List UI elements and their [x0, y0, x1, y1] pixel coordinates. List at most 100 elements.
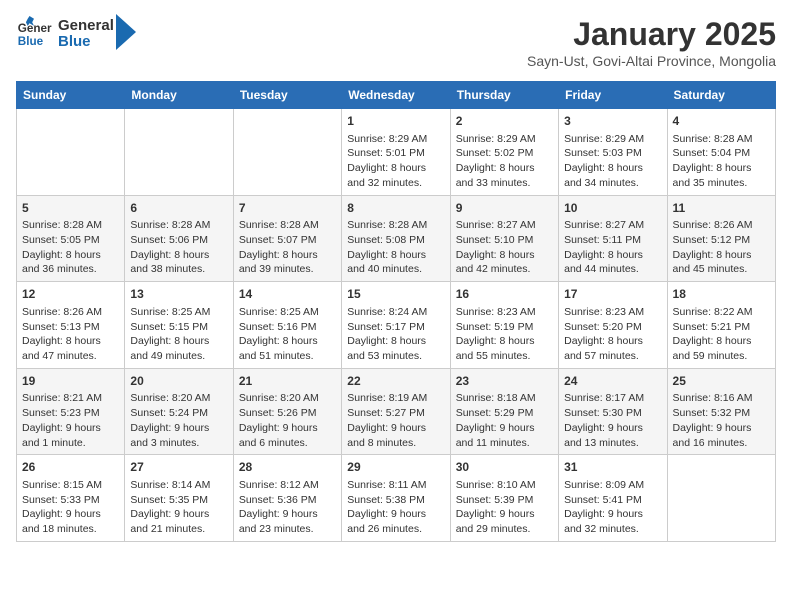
day-number: 24: [564, 373, 661, 390]
day-info: Sunrise: 8:27 AM Sunset: 5:10 PM Dayligh…: [456, 218, 553, 277]
day-info: Sunrise: 8:22 AM Sunset: 5:21 PM Dayligh…: [673, 305, 770, 364]
day-cell: 5Sunrise: 8:28 AM Sunset: 5:05 PM Daylig…: [17, 195, 125, 282]
day-cell: 3 Sunrise: 8:29 AM Sunset: 5:03 PM Daylig…: [559, 109, 667, 196]
day-number: 18: [673, 286, 770, 303]
day-info: Sunrise: 8:29 AM Sunset: 5:02 PM Dayligh…: [456, 132, 553, 191]
title-block: January 2025 Sayn-Ust, Govi-Altai Provin…: [527, 16, 776, 69]
day-info: Sunrise: 8:09 AM Sunset: 5:41 PM Dayligh…: [564, 478, 661, 537]
day-cell: [233, 109, 341, 196]
day-info: Sunrise: 8:27 AM Sunset: 5:11 PM Dayligh…: [564, 218, 661, 277]
logo-icon: General Blue: [16, 16, 52, 52]
day-number: 10: [564, 200, 661, 217]
weekday-header-sunday: Sunday: [17, 82, 125, 109]
day-cell: 18 Sunrise: 8:22 AM Sunset: 5:21 PM Dayli…: [667, 282, 775, 369]
day-number: 28: [239, 459, 336, 476]
day-number: 16: [456, 286, 553, 303]
day-cell: 2Sunrise: 8:29 AM Sunset: 5:02 PM Daylig…: [450, 109, 558, 196]
day-number: 19: [22, 373, 119, 390]
day-cell: 7Sunrise: 8:28 AM Sunset: 5:07 PM Daylig…: [233, 195, 341, 282]
day-cell: 16 Sunrise: 8:23 AM Sunset: 5:19 PM Dayli…: [450, 282, 558, 369]
day-info: Sunrise: 8:12 AM Sunset: 5:36 PM Dayligh…: [239, 478, 336, 537]
day-number: 30: [456, 459, 553, 476]
day-number: 4: [673, 113, 770, 130]
day-number: 15: [347, 286, 444, 303]
week-row-4: 19Sunrise: 8:21 AM Sunset: 5:23 PM Dayli…: [17, 368, 776, 455]
day-info: Sunrise: 8:20 AM Sunset: 5:26 PM Dayligh…: [239, 391, 336, 450]
day-cell: 15Sunrise: 8:24 AM Sunset: 5:17 PM Dayli…: [342, 282, 450, 369]
day-cell: 9Sunrise: 8:27 AM Sunset: 5:10 PM Daylig…: [450, 195, 558, 282]
day-cell: 19Sunrise: 8:21 AM Sunset: 5:23 PM Dayli…: [17, 368, 125, 455]
day-info: Sunrise: 8:28 AM Sunset: 5:06 PM Dayligh…: [130, 218, 227, 277]
day-cell: 31 Sunrise: 8:09 AM Sunset: 5:41 PM Dayli…: [559, 455, 667, 542]
weekday-header-monday: Monday: [125, 82, 233, 109]
week-row-5: 26Sunrise: 8:15 AM Sunset: 5:33 PM Dayli…: [17, 455, 776, 542]
day-number: 1: [347, 113, 444, 130]
day-number: 5: [22, 200, 119, 217]
day-number: 8: [347, 200, 444, 217]
day-number: 23: [456, 373, 553, 390]
day-number: 22: [347, 373, 444, 390]
location-subtitle: Sayn-Ust, Govi-Altai Province, Mongolia: [527, 53, 776, 69]
weekday-header-friday: Friday: [559, 82, 667, 109]
day-cell: 22Sunrise: 8:19 AM Sunset: 5:27 PM Dayli…: [342, 368, 450, 455]
day-number: 17: [564, 286, 661, 303]
day-info: Sunrise: 8:11 AM Sunset: 5:38 PM Dayligh…: [347, 478, 444, 537]
day-info: Sunrise: 8:18 AM Sunset: 5:29 PM Dayligh…: [456, 391, 553, 450]
logo-general-text: General: [58, 18, 114, 35]
day-cell: 6Sunrise: 8:28 AM Sunset: 5:06 PM Daylig…: [125, 195, 233, 282]
day-info: Sunrise: 8:25 AM Sunset: 5:15 PM Dayligh…: [130, 305, 227, 364]
day-cell: 11Sunrise: 8:26 AM Sunset: 5:12 PM Dayli…: [667, 195, 775, 282]
day-number: 20: [130, 373, 227, 390]
weekday-header-wednesday: Wednesday: [342, 82, 450, 109]
day-info: Sunrise: 8:25 AM Sunset: 5:16 PM Dayligh…: [239, 305, 336, 364]
day-number: 3: [564, 113, 661, 130]
logo-triangle-icon: [116, 14, 136, 50]
day-cell: 8Sunrise: 8:28 AM Sunset: 5:08 PM Daylig…: [342, 195, 450, 282]
day-info: Sunrise: 8:20 AM Sunset: 5:24 PM Dayligh…: [130, 391, 227, 450]
day-cell: 26Sunrise: 8:15 AM Sunset: 5:33 PM Dayli…: [17, 455, 125, 542]
day-cell: 27 Sunrise: 8:14 AM Sunset: 5:35 PM Dayli…: [125, 455, 233, 542]
day-number: 6: [130, 200, 227, 217]
day-number: 25: [673, 373, 770, 390]
week-row-2: 5Sunrise: 8:28 AM Sunset: 5:05 PM Daylig…: [17, 195, 776, 282]
day-info: Sunrise: 8:29 AM Sunset: 5:01 PM Dayligh…: [347, 132, 444, 191]
day-cell: 21Sunrise: 8:20 AM Sunset: 5:26 PM Dayli…: [233, 368, 341, 455]
day-cell: 12 Sunrise: 8:26 AM Sunset: 5:13 PM Dayli…: [17, 282, 125, 369]
day-cell: 25Sunrise: 8:16 AM Sunset: 5:32 PM Dayli…: [667, 368, 775, 455]
day-cell: 24Sunrise: 8:17 AM Sunset: 5:30 PM Dayli…: [559, 368, 667, 455]
day-cell: 17 Sunrise: 8:23 AM Sunset: 5:20 PM Dayli…: [559, 282, 667, 369]
calendar-table: SundayMondayTuesdayWednesdayThursdayFrid…: [16, 81, 776, 542]
day-info: Sunrise: 8:15 AM Sunset: 5:33 PM Dayligh…: [22, 478, 119, 537]
logo: General Blue General Blue: [16, 16, 136, 52]
day-cell: [125, 109, 233, 196]
day-number: 11: [673, 200, 770, 217]
svg-text:Blue: Blue: [18, 35, 44, 48]
day-info: Sunrise: 8:29 AM Sunset: 5:03 PM Dayligh…: [564, 132, 661, 191]
day-cell: [17, 109, 125, 196]
weekday-header-tuesday: Tuesday: [233, 82, 341, 109]
month-title: January 2025: [527, 16, 776, 53]
day-info: Sunrise: 8:28 AM Sunset: 5:08 PM Dayligh…: [347, 218, 444, 277]
page-header: General Blue General Blue January 2025 S…: [16, 16, 776, 69]
day-info: Sunrise: 8:19 AM Sunset: 5:27 PM Dayligh…: [347, 391, 444, 450]
day-number: 27: [130, 459, 227, 476]
day-info: Sunrise: 8:23 AM Sunset: 5:19 PM Dayligh…: [456, 305, 553, 364]
day-info: Sunrise: 8:26 AM Sunset: 5:13 PM Dayligh…: [22, 305, 119, 364]
svg-text:General: General: [18, 22, 52, 35]
day-number: 7: [239, 200, 336, 217]
day-cell: 29Sunrise: 8:11 AM Sunset: 5:38 PM Dayli…: [342, 455, 450, 542]
day-info: Sunrise: 8:14 AM Sunset: 5:35 PM Dayligh…: [130, 478, 227, 537]
week-row-3: 12 Sunrise: 8:26 AM Sunset: 5:13 PM Dayli…: [17, 282, 776, 369]
day-info: Sunrise: 8:28 AM Sunset: 5:07 PM Dayligh…: [239, 218, 336, 277]
day-info: Sunrise: 8:26 AM Sunset: 5:12 PM Dayligh…: [673, 218, 770, 277]
day-info: Sunrise: 8:23 AM Sunset: 5:20 PM Dayligh…: [564, 305, 661, 364]
day-cell: 23Sunrise: 8:18 AM Sunset: 5:29 PM Dayli…: [450, 368, 558, 455]
weekday-header-row: SundayMondayTuesdayWednesdayThursdayFrid…: [17, 82, 776, 109]
day-cell: 1 Sunrise: 8:29 AM Sunset: 5:01 PM Daylig…: [342, 109, 450, 196]
day-info: Sunrise: 8:10 AM Sunset: 5:39 PM Dayligh…: [456, 478, 553, 537]
day-number: 14: [239, 286, 336, 303]
day-cell: 10Sunrise: 8:27 AM Sunset: 5:11 PM Dayli…: [559, 195, 667, 282]
day-number: 12: [22, 286, 119, 303]
day-number: 31: [564, 459, 661, 476]
day-cell: [667, 455, 775, 542]
